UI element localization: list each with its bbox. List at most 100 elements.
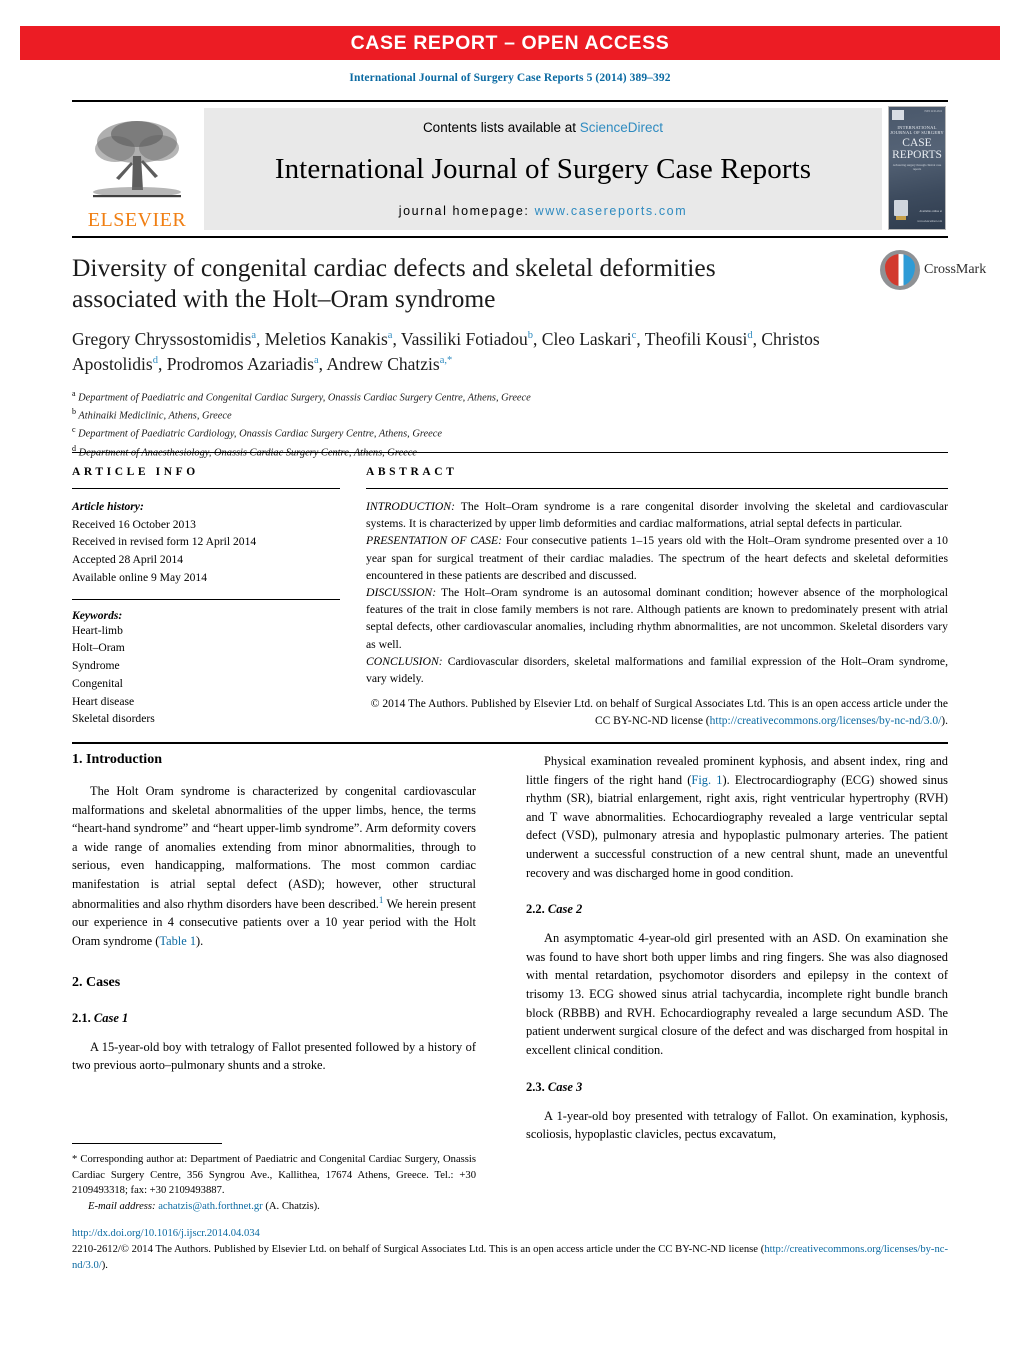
author-name: Vassiliki Fotiadou <box>400 329 528 350</box>
cover-crest-icon <box>894 200 908 216</box>
cover-subtitle: Advancing surgery through clinical case … <box>892 163 942 171</box>
open-access-banner: CASE REPORT – OPEN ACCESS <box>20 26 1000 60</box>
author-name: Meletios Kanakis <box>264 329 388 350</box>
footnote-text: Corresponding author at: Department of P… <box>72 1154 476 1197</box>
abstract-section-label: DISCUSSION: <box>366 586 437 600</box>
elsevier-wordmark: ELSEVIER <box>87 209 187 231</box>
journal-homepage-line: journal homepage: www.casereports.com <box>399 204 688 218</box>
keyword-item: Holt–Oram <box>72 641 125 655</box>
abstract-rule <box>366 488 948 489</box>
cover-crest-ribbon-icon <box>896 216 906 220</box>
email-label: E-mail address: <box>88 1201 156 1213</box>
article-history-items: Received 16 October 2013 Received in revi… <box>72 516 340 587</box>
keywords-label: Keywords: <box>72 608 123 622</box>
homepage-url-link[interactable]: www.casereports.com <box>535 204 688 218</box>
author-affiliation-mark: b <box>527 330 534 342</box>
abstract-section-label: CONCLUSION: <box>366 654 443 668</box>
cover-availability-text: Available online at <box>919 209 942 213</box>
article-info-heading: ARTICLE INFO <box>72 466 199 478</box>
issn-copyright-text: 2210-2612/© 2014 The Authors. Published … <box>72 1243 765 1255</box>
case-2-number: 2.2. <box>526 902 545 917</box>
author-name: Gregory Chryssostomidis <box>72 329 252 350</box>
article-history-block: Article history: Received 16 October 201… <box>72 498 340 587</box>
case-1-number: 2.1. <box>72 1010 91 1025</box>
article-history-item: Available online 9 May 2014 <box>72 570 208 584</box>
author-name: Cleo Laskari <box>541 329 632 350</box>
paragraph-case-1: A 15-year-old boy with tetralogy of Fall… <box>72 1039 476 1073</box>
abstract-section-text: Cardiovascular disorders, skeletal malfo… <box>366 654 948 686</box>
paragraph-case-2: An asymptomatic 4-year-old girl presente… <box>526 931 948 1057</box>
affiliation-item: c Department of Paediatric Cardiology, O… <box>72 424 862 442</box>
crossmark-icon-inner <box>885 254 915 286</box>
journal-citation-line: International Journal of Surgery Case Re… <box>349 72 671 84</box>
elsevier-logo: ELSEVIER <box>74 108 200 230</box>
license-link[interactable]: http://creativecommons.org/licenses/by-n… <box>710 715 942 727</box>
author-name: Andrew Chatzis <box>326 354 440 375</box>
heading-case-2: 2.2. Case 2 <box>526 902 948 917</box>
heading-case-3: 2.3. Case 3 <box>526 1080 948 1095</box>
author-affiliation-mark: a <box>251 330 257 342</box>
case-3-number: 2.3. <box>526 1079 545 1094</box>
abstract-heading: ABSTRACT <box>366 466 458 478</box>
figure-1-link[interactable]: Fig. 1 <box>691 773 722 787</box>
cover-case-word: CASE <box>902 137 932 149</box>
page-title: Diversity of congenital cardiac defects … <box>72 253 716 314</box>
affiliation-text: Department of Paediatric and Congenital … <box>75 392 531 404</box>
case-1-label: Case 1 <box>90 1010 129 1025</box>
contents-list-line: Contents lists available at ScienceDirec… <box>423 120 663 135</box>
affiliation-text: Department of Paediatric Cardiology, Ona… <box>75 428 442 440</box>
affiliation-item: b Athinaiki Mediclinic, Athens, Greece <box>72 406 862 424</box>
info-abstract-bottom-rule <box>72 742 948 744</box>
case-3-label: Case 3 <box>544 1079 583 1094</box>
author-affiliation-mark: a,* <box>439 355 453 367</box>
cover-issn: ISSN 2210-2612 <box>924 110 942 113</box>
author-affiliation-mark: d <box>747 330 753 342</box>
table-1-link[interactable]: Table 1 <box>159 934 196 948</box>
doi-link[interactable]: http://dx.doi.org/10.1016/j.ijscr.2014.0… <box>72 1226 948 1242</box>
affiliation-item: a Department of Paediatric and Congenita… <box>72 388 862 406</box>
keywords-block: Keywords: Heart-limb Holt–Oram Syndrome Con… <box>72 598 340 728</box>
homepage-label: journal homepage: <box>398 204 535 218</box>
masthead-bottom-rule <box>72 236 948 238</box>
issn-copyright-suffix: ). <box>101 1259 108 1271</box>
journal-title: International Journal of Surgery Case Re… <box>274 153 812 185</box>
author-name: Prodromos Azariadis <box>166 354 314 375</box>
keyword-item: Congenital <box>72 676 123 690</box>
intro-text-a: The Holt Oram syndrome is characterized … <box>72 784 476 911</box>
article-info-column: ARTICLE INFO Article history: Received 1… <box>72 466 340 728</box>
intro-text-c: ). <box>196 934 204 948</box>
body-right-column: Physical examination revealed prominent … <box>526 752 948 1144</box>
crossmark-label: CrossMark <box>924 262 987 277</box>
abstract-section: INTRODUCTION: The Holt–Oram syndrome is … <box>366 498 948 532</box>
abstract-section-label: PRESENTATION OF CASE: <box>366 534 503 548</box>
author-affiliation-mark: d <box>152 355 158 367</box>
email-suffix: (A. Chatzis). <box>262 1201 320 1213</box>
abstract-section: PRESENTATION OF CASE: Four consecutive p… <box>366 532 948 584</box>
keyword-items: Heart-limb Holt–Oram Syndrome Congenital Hea… <box>72 622 340 728</box>
crossmark-icon <box>880 250 920 290</box>
email-line: E-mail address: achatzis@ath.forthnet.gr… <box>72 1199 476 1215</box>
info-abstract-top-rule <box>72 452 948 453</box>
case-1-cont-text-b: ). Electrocardiography (ECG) showed sinu… <box>526 772 948 880</box>
heading-cases: 2. Cases <box>72 974 121 990</box>
journal-cover-thumbnail: ISSN 2210-2612 INTERNATIONAL JOURNAL OF … <box>888 106 946 230</box>
article-history-item: Accepted 28 April 2014 <box>72 553 184 567</box>
author-affiliation-mark: a <box>387 330 393 342</box>
abstract-copyright: © 2014 The Authors. Published by Elsevie… <box>366 696 948 730</box>
case-2-label: Case 2 <box>544 902 583 917</box>
crossmark-badge[interactable]: CrossMark <box>880 250 986 292</box>
keywords-rule <box>72 598 340 600</box>
paragraph-introduction: The Holt Oram syndrome is characterized … <box>72 782 476 951</box>
email-link[interactable]: achatzis@ath.forthnet.gr <box>158 1201 262 1212</box>
corresponding-author-footnote: * Corresponding author at: Department of… <box>72 1152 476 1215</box>
cover-elsevier-mark <box>892 110 904 120</box>
sciencedirect-link[interactable]: ScienceDirect <box>580 120 663 135</box>
article-info-rule <box>72 488 340 489</box>
paper-page: CASE REPORT – OPEN ACCESS International … <box>0 0 1020 1351</box>
paragraph-case-3: A 1-year-old boy presented with tetralog… <box>526 1108 948 1142</box>
keyword-item: Heart-limb <box>72 623 123 637</box>
abstract-section: CONCLUSION: Cardiovascular disorders, sk… <box>366 653 948 687</box>
masthead-top-rule <box>72 100 948 102</box>
affiliation-text: Athinaiki Mediclinic, Athens, Greece <box>76 410 232 422</box>
article-history-item: Received in revised form 12 April 2014 <box>72 535 257 549</box>
